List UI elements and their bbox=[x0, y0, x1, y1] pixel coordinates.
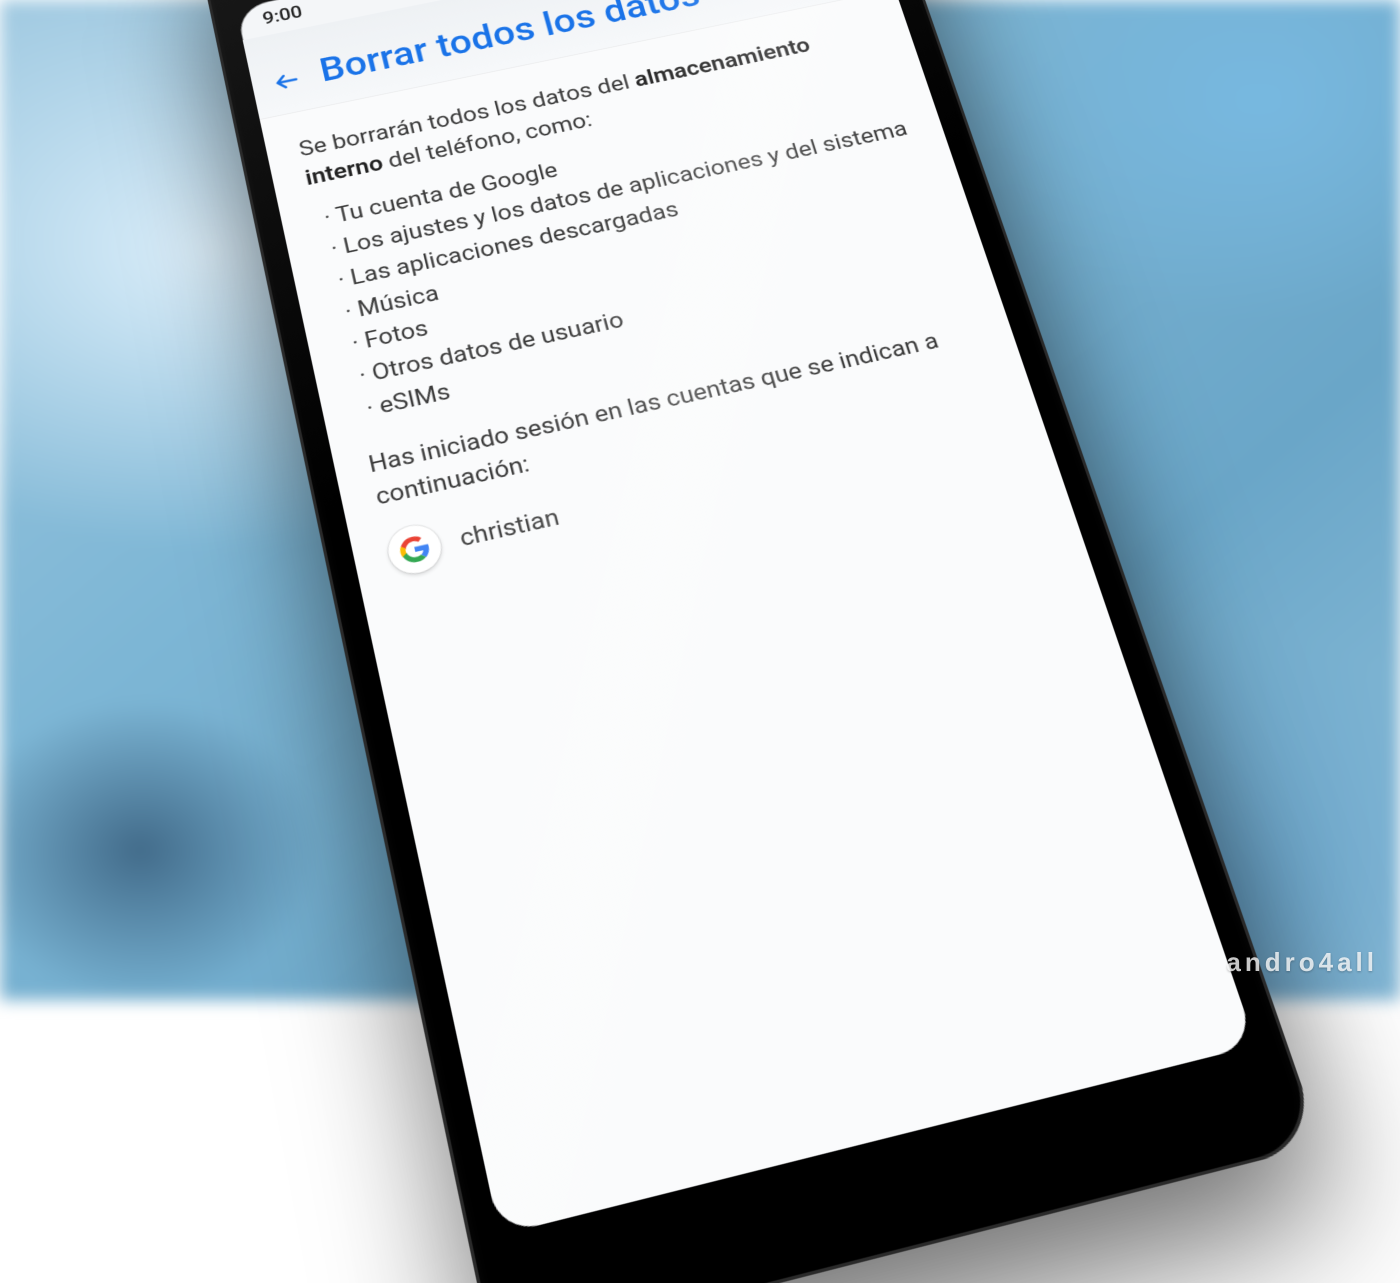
status-time: 9:00 bbox=[261, 2, 304, 28]
phone-screen: 9:00 bbox=[236, 0, 1256, 1235]
back-button[interactable] bbox=[270, 66, 304, 100]
phone-body: 9:00 bbox=[195, 0, 1322, 1283]
content-area: Se borrarán todos los datos del almacena… bbox=[260, 0, 1256, 1235]
watermark: andro4all bbox=[1226, 947, 1378, 978]
account-name: christian bbox=[456, 501, 562, 556]
google-logo-icon bbox=[384, 521, 446, 579]
photo-stage: 9:00 bbox=[0, 0, 1400, 1000]
